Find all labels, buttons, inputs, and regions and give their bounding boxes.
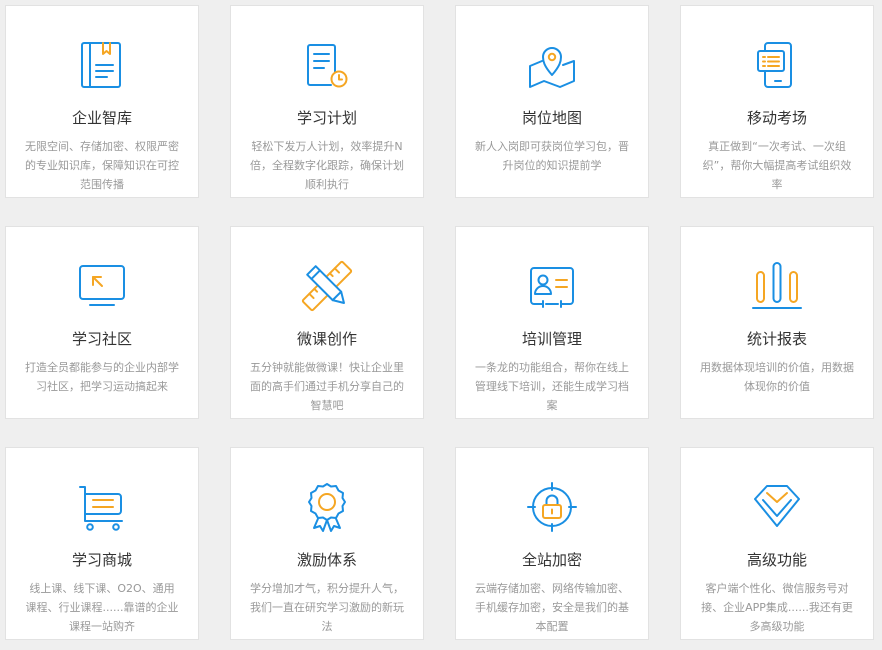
feature-description: 无限空间、存储加密、权限严密的专业知识库，保障知识在可控范围传播	[25, 140, 179, 191]
feature-title: 全站加密	[521, 551, 582, 569]
book-icon	[6, 39, 198, 91]
feature-card-site-encryption[interactable]: 全站加密 云端存储加密、网络传输加密、手机缓存加密，安全是我们的基本配置	[455, 447, 649, 640]
feature-card-learning-mall[interactable]: 学习商城 线上课、线下课、O2O、通用课程、行业课程......靠谱的企业课程一…	[5, 447, 199, 640]
lock-target-icon	[456, 481, 648, 533]
feature-card-advanced-features[interactable]: 高级功能 客户端个性化、微信服务号对接、企业APP集成......我还有更多高级…	[680, 447, 874, 640]
feature-description: 真正做到“一次考试、一次组织”，帮你大幅提高考试组织效率	[702, 140, 852, 191]
feature-description: 客户端个性化、微信服务号对接、企业APP集成......我还有更多高级功能	[701, 582, 853, 633]
feature-title: 微课创作	[296, 330, 357, 348]
feature-description: 打造全员都能参与的企业内部学习社区，把学习运动搞起来	[25, 361, 179, 393]
feature-description: 新人入岗即可获岗位学习包，晋升岗位的知识提前学	[475, 140, 629, 172]
feature-title: 学习社区	[71, 330, 132, 348]
feature-card-knowledge-base[interactable]: 企业智库 无限空间、存储加密、权限严密的专业知识库，保障知识在可控范围传播	[5, 5, 199, 198]
feature-card-incentive-system[interactable]: 激励体系 学分增加才气，积分提升人气，我们一直在研究学习激励的新玩法	[230, 447, 424, 640]
monitor-cursor-icon	[6, 260, 198, 312]
feature-card-learning-community[interactable]: 学习社区 打造全员都能参与的企业内部学习社区，把学习运动搞起来	[5, 226, 199, 419]
feature-description: 学分增加才气，积分提升人气，我们一直在研究学习激励的新玩法	[250, 582, 404, 633]
feature-card-micro-course[interactable]: 微课创作 五分钟就能做微课！快让企业里面的高手们通过手机分享自己的智慧吧	[230, 226, 424, 419]
feature-title: 岗位地图	[521, 109, 582, 127]
feature-title: 激励体系	[296, 551, 357, 569]
feature-title: 学习计划	[296, 109, 357, 127]
feature-description: 用数据体现培训的价值，用数据体现你的价值	[700, 361, 854, 393]
feature-description: 线上课、线下课、O2O、通用课程、行业课程......靠谱的企业课程一站购齐	[25, 582, 179, 633]
diamond-icon	[681, 481, 873, 533]
feature-card-statistics-report[interactable]: 统计报表 用数据体现培训的价值，用数据体现你的价值	[680, 226, 874, 419]
award-medal-icon	[231, 481, 423, 533]
feature-card-mobile-exam[interactable]: 移动考场 真正做到“一次考试、一次组织”，帮你大幅提高考试组织效率	[680, 5, 874, 198]
feature-description: 云端存储加密、网络传输加密、手机缓存加密，安全是我们的基本配置	[475, 582, 629, 633]
plan-document-clock-icon	[231, 39, 423, 91]
shopping-cart-icon	[6, 481, 198, 533]
feature-title: 移动考场	[746, 109, 807, 127]
feature-title: 企业智库	[71, 109, 132, 127]
pencil-ruler-icon	[231, 260, 423, 312]
bar-chart-icon	[681, 260, 873, 312]
feature-description: 一条龙的功能组合，帮你在线上管理线下培训，还能生成学习档案	[475, 361, 629, 412]
feature-card-learning-plan[interactable]: 学习计划 轻松下发万人计划，效率提升N倍，全程数字化跟踪，确保计划顺利执行	[230, 5, 424, 198]
feature-description: 五分钟就能做微课！快让企业里面的高手们通过手机分享自己的智慧吧	[250, 361, 404, 412]
mobile-exam-icon	[681, 39, 873, 91]
feature-card-training-management[interactable]: 培训管理 一条龙的功能组合，帮你在线上管理线下培训，还能生成学习档案	[455, 226, 649, 419]
feature-title: 培训管理	[521, 330, 582, 348]
map-pin-icon	[456, 39, 648, 91]
feature-title: 学习商城	[71, 551, 132, 569]
feature-title: 统计报表	[746, 330, 807, 348]
feature-card-position-map[interactable]: 岗位地图 新人入岗即可获岗位学习包，晋升岗位的知识提前学	[455, 5, 649, 198]
id-card-icon	[456, 260, 648, 312]
feature-title: 高级功能	[746, 551, 807, 569]
feature-description: 轻松下发万人计划，效率提升N倍，全程数字化跟踪，确保计划顺利执行	[250, 140, 404, 191]
feature-grid: 企业智库 无限空间、存储加密、权限严密的专业知识库，保障知识在可控范围传播 学习…	[0, 0, 882, 650]
